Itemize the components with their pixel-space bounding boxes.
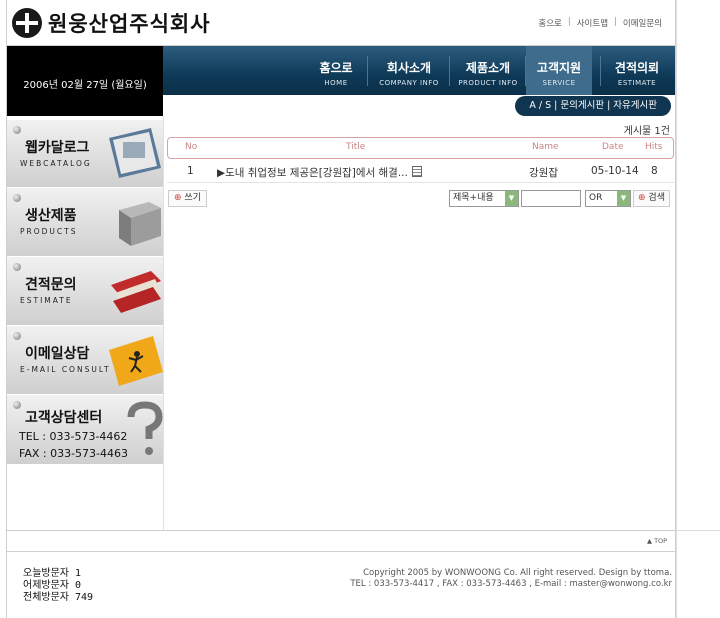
content-bottom-divider [7, 530, 675, 531]
company-name: 원웅산업주식회사 [48, 11, 211, 36]
col-hits: Hits [645, 142, 663, 152]
right-divider [676, 530, 720, 531]
nav-product-info[interactable]: 제품소개 PRODUCT INFO [453, 46, 523, 95]
nav-service-label: 고객지원 [536, 61, 582, 75]
col-name: Name [532, 142, 559, 152]
divider: | [567, 17, 571, 27]
nav-divider [367, 56, 368, 86]
nav-company-label: 회사소개 [386, 61, 432, 75]
nav-home-label: 홈으로 [319, 61, 353, 75]
visitor-counter: 오늘방문자 1 어제방문자 0 전체방문자 749 [23, 568, 93, 604]
customer-center-fax: FAX : 033-573-4463 [19, 447, 129, 460]
email-inquiry-link[interactable]: 이메일문의 [623, 17, 662, 29]
col-title: Title [346, 142, 366, 152]
row-name: 강원잡 [529, 167, 558, 179]
nav-product-label: 제품소개 [465, 61, 511, 75]
left-menu-webcatalog[interactable]: 웹카달로그 WEBCATALOG [7, 120, 163, 188]
product-box-icon [119, 202, 161, 246]
left-menu-label: 생산제품 [25, 208, 77, 224]
nav-product-sublabel: PRODUCT INFO [458, 79, 518, 87]
write-label: 쓰기 [184, 193, 201, 203]
search-field-select[interactable]: 제목+내용 ▼ [449, 190, 519, 207]
nav-divider [449, 56, 450, 86]
left-menu-label: 견적문의 [25, 277, 77, 293]
search-icon: ⊕ [638, 193, 646, 203]
catalog-book-icon [109, 128, 161, 178]
board-header: No Title Name Date Hits [167, 137, 674, 159]
service-submenu[interactable]: A / S | 문의게시판 | 자유게시판 [515, 96, 671, 116]
post-count: 게시물 1건 [623, 126, 670, 137]
left-menu-sublabel: ESTIMATE [20, 296, 73, 305]
row-hits: 8 [651, 165, 658, 177]
left-menu-customer-center[interactable]: 고객상담센터 TEL : 033-573-4462 FAX : 033-573-… [7, 395, 163, 465]
email-envelope-icon [109, 336, 163, 386]
nav-estimate-label: 견적의뢰 [614, 61, 660, 75]
left-menu-sublabel: E-MAIL CONSULT [20, 365, 111, 374]
document-stack-icon [111, 271, 161, 313]
search-label: 검색 [648, 193, 665, 203]
top-links: 홈으로 | 사이트맵 | 이메일문의 [538, 17, 662, 29]
write-button[interactable]: ⊕ 쓰기 [168, 190, 207, 207]
bullet-icon [13, 401, 21, 409]
left-menu-label: 웹카달로그 [25, 140, 90, 156]
nav-company-info[interactable]: 회사소개 COMPANY INFO [373, 46, 445, 95]
nav-home[interactable]: 홈으로 HOME [308, 46, 364, 95]
left-menu-label: 고객상담센터 [25, 410, 103, 426]
col-date: Date [602, 142, 624, 152]
visitors-yesterday: 어제방문자 0 [23, 580, 82, 591]
bullet-icon [13, 126, 21, 134]
company-logo[interactable]: 원웅산업주식회사 [12, 5, 211, 41]
row-date: 05-10-14 [591, 165, 639, 177]
nav-service[interactable]: 고객지원 SERVICE [526, 46, 592, 95]
right-margin [676, 0, 720, 618]
nav-divider [600, 56, 601, 86]
copyright-text: Copyright 2005 by WONWOONG Co. All right… [363, 568, 672, 578]
logo-mark-icon [12, 8, 42, 38]
chevron-down-icon: ▼ [617, 191, 630, 206]
nav-service-sublabel: SERVICE [542, 79, 576, 87]
footer-divider [7, 551, 675, 552]
left-menu-label: 이메일상담 [25, 346, 90, 362]
question-mark-icon [127, 401, 163, 455]
contact-text: TEL : 033-573-4417 , FAX : 033-573-4463 … [350, 579, 672, 589]
left-menu-estimate[interactable]: 견적문의 ESTIMATE [7, 257, 163, 326]
divider: | [614, 17, 617, 27]
write-icon: ⊕ [174, 193, 182, 203]
visitors-today: 오늘방문자 1 [23, 568, 82, 579]
bullet-icon [13, 194, 21, 202]
left-menu-products[interactable]: 생산제품 PRODUCTS [7, 188, 163, 257]
customer-center-tel: TEL : 033-573-4462 [19, 430, 128, 443]
search-operator-value: OR [589, 193, 603, 203]
top-link[interactable]: ▲ TOP [647, 537, 667, 545]
row-title-link[interactable]: ▶도내 취업정보 제공은[강원잡]에서 해결... [217, 167, 408, 179]
visitors-total: 전체방문자 749 [23, 592, 94, 603]
memo-icon [411, 166, 422, 177]
bullet-icon [13, 263, 21, 271]
content-divider [163, 116, 164, 530]
home-link[interactable]: 홈으로 [538, 17, 561, 29]
search-operator-select[interactable]: OR ▼ [585, 190, 631, 207]
nav-estimate-sublabel: ESTIMATE [617, 79, 657, 87]
search-button[interactable]: ⊕ 검색 [633, 190, 670, 207]
search-input[interactable] [521, 190, 581, 207]
left-menu-sublabel: WEBCATALOG [20, 159, 92, 168]
date-bar: 2006년 02월 27일 (월요일) [7, 46, 163, 116]
row-no: 1 [187, 165, 194, 177]
sitemap-link[interactable]: 사이트맵 [577, 17, 608, 29]
row-title-wrap: ▶도내 취업정보 제공은[강원잡]에서 해결... [217, 165, 422, 180]
current-date: 2006년 02월 27일 (월요일) [23, 80, 147, 91]
nav-estimate[interactable]: 견적의뢰 ESTIMATE [603, 46, 671, 95]
sub-nav-bar: A / S | 문의게시판 | 자유게시판 [163, 95, 675, 116]
left-menu-sublabel: PRODUCTS [20, 227, 78, 236]
table-row: 1 ▶도내 취업정보 제공은[강원잡]에서 해결... 강원잡 05-10-14… [167, 160, 674, 183]
bullet-icon [13, 332, 21, 340]
main-nav: 홈으로 HOME 회사소개 COMPANY INFO 제품소개 PRODUCT … [163, 46, 675, 95]
nav-home-sublabel: HOME [324, 79, 348, 87]
footer-info: Copyright 2005 by WONWOONG Co. All right… [350, 568, 672, 590]
nav-company-sublabel: COMPANY INFO [379, 79, 439, 87]
left-menu-email-consult[interactable]: 이메일상담 E-MAIL CONSULT [7, 326, 163, 395]
chevron-down-icon: ▼ [505, 191, 518, 206]
col-no: No [185, 142, 198, 152]
search-field-value: 제목+내용 [453, 193, 494, 203]
